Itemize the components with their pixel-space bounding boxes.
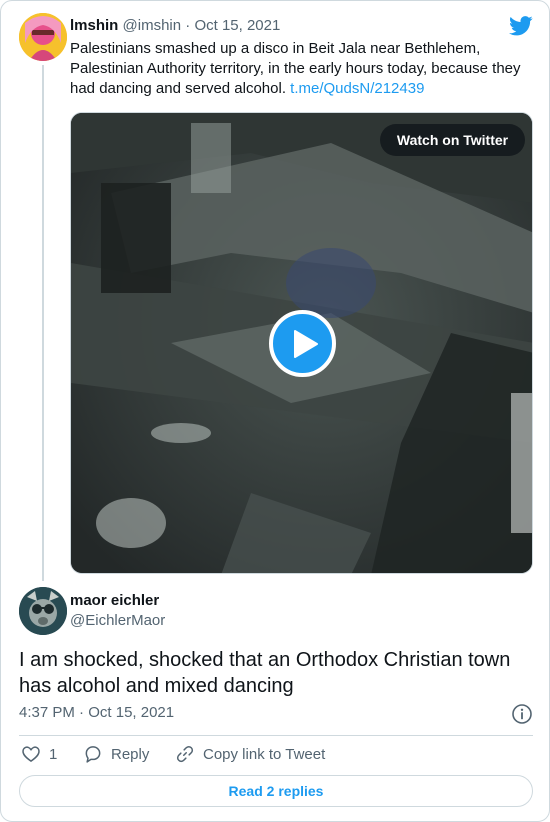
author-handle[interactable]: @EichlerMaor [70, 611, 165, 631]
quoted-author-name[interactable]: lmshin [70, 17, 118, 34]
reply-bubble-icon [85, 746, 101, 763]
quoted-author-handle[interactable]: @imshin [123, 17, 182, 34]
divider [19, 735, 533, 736]
quoted-tweet-header: lmshin @imshin · Oct 15, 2021 [70, 16, 280, 36]
like-button[interactable]: 1 [21, 742, 57, 766]
tweet-date: Oct 15, 2021 [88, 704, 175, 721]
twitter-bird-icon[interactable] [509, 15, 533, 37]
play-icon [294, 330, 318, 358]
link-icon [176, 745, 194, 763]
copy-link-button[interactable]: Copy link to Tweet [175, 742, 325, 766]
reply-label: Reply [111, 745, 150, 763]
separator-dot: · [79, 704, 85, 721]
info-icon[interactable] [511, 703, 533, 725]
telegram-link[interactable]: t.me/QudsN/212439 [290, 80, 424, 97]
embedded-tweet-card: lmshin @imshin · Oct 15, 2021 Palestinia… [0, 0, 550, 822]
play-button[interactable] [269, 310, 336, 377]
like-count: 1 [49, 745, 58, 763]
tweet-timestamp[interactable]: 4:37 PM · Oct 15, 2021 [19, 703, 174, 723]
reply-button[interactable]: Reply [83, 742, 149, 766]
quoted-author-avatar[interactable] [19, 13, 67, 61]
thread-connector-line [42, 65, 44, 581]
read-replies-button[interactable]: Read 2 replies [19, 775, 533, 807]
author-name[interactable]: maor eichler [70, 591, 159, 611]
heart-icon [22, 746, 40, 762]
tweet-text: I am shocked, shocked that an Orthodox C… [19, 649, 511, 697]
separator-dot: · [185, 17, 191, 34]
copy-link-label: Copy link to Tweet [203, 745, 326, 763]
author-avatar[interactable] [19, 587, 67, 635]
quoted-tweet-text: Palestinians smashed up a disco in Beit … [70, 39, 536, 99]
watch-on-twitter-button[interactable]: Watch on Twitter [380, 124, 525, 156]
quoted-tweet-date[interactable]: Oct 15, 2021 [194, 17, 280, 34]
tweet-time: 4:37 PM [19, 704, 75, 721]
